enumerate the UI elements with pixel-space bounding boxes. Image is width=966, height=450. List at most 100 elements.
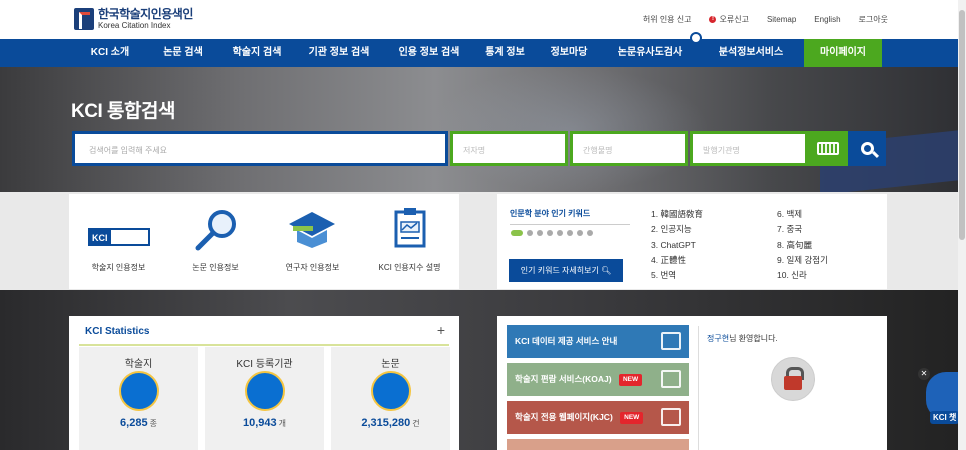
nav-institution-search[interactable]: 기관 정보 검색 bbox=[294, 39, 384, 67]
false-citation-report-link[interactable]: 허위 인용 신고 bbox=[643, 14, 692, 25]
paper-citation-label: 논문 인용정보 bbox=[192, 263, 239, 272]
stat-value: 6,285 종 bbox=[120, 417, 157, 429]
journal-citation-label: 학술지 인용정보 bbox=[91, 263, 146, 272]
nav-kci-intro[interactable]: KCI 소개 bbox=[74, 39, 146, 67]
service-button-label: 학술지 편람 서비스(KOAJ) bbox=[515, 374, 612, 384]
carousel-dot[interactable] bbox=[557, 230, 563, 236]
nav-my-page[interactable]: 마이페이지 bbox=[804, 39, 882, 67]
nav-search-icon[interactable] bbox=[690, 32, 702, 44]
nav-similarity-check[interactable]: 논문유사도검사 bbox=[602, 39, 698, 67]
sitemap-link[interactable]: Sitemap bbox=[767, 15, 796, 24]
paper-citation-service[interactable]: 논문 인용정보 bbox=[168, 194, 263, 289]
hero-search-section: KCI 통합검색 검색어를 입력해 주세요 저자명 간행물명 발행기관명 bbox=[0, 67, 966, 192]
publisher-input[interactable]: 발행기관명 bbox=[690, 131, 808, 166]
stat-card-institutions[interactable]: KCI 등록기관 10,943 개 bbox=[205, 347, 324, 450]
carousel-dot[interactable] bbox=[587, 230, 593, 236]
stat-card-papers[interactable]: 논문 2,315,280 건 bbox=[331, 347, 450, 450]
stat-value: 2,315,280 건 bbox=[361, 417, 420, 429]
statistics-divider bbox=[79, 344, 449, 346]
service-button-label: 학술지 전용 웹페이지(KJC) bbox=[515, 412, 613, 422]
stat-label: 논문 bbox=[381, 359, 400, 370]
nav-paper-search[interactable]: 논문 검색 bbox=[146, 39, 220, 67]
virtual-keyboard-button[interactable] bbox=[808, 131, 848, 166]
stat-label: 학술지 bbox=[124, 359, 153, 370]
new-badge: NEW bbox=[620, 411, 644, 424]
stat-value: 10,943 개 bbox=[242, 417, 287, 429]
carousel-dot[interactable] bbox=[527, 230, 533, 236]
service-button-label: KCI 데이터 제공 서비스 안내 bbox=[515, 336, 618, 346]
researcher-citation-service[interactable]: 연구자 인용정보 bbox=[265, 194, 360, 289]
monitor-icon bbox=[661, 408, 681, 426]
kci-statistics-panel: KCI Statistics + 학술지 6,285 종 KCI 등록기관 10,… bbox=[69, 316, 459, 450]
carousel-dots bbox=[511, 230, 593, 236]
keyword-list-left: 1. 韓國語敎育 2. 인공지능 3. ChatGPT 4. 正體性 5. 번역 bbox=[651, 207, 703, 283]
books-icon bbox=[119, 371, 159, 411]
top-header: 한국학술지인용색인 Korea Citation Index 허위 인용 신고 … bbox=[0, 0, 966, 39]
data-service-guide-button[interactable]: KCI 데이터 제공 서비스 안내 bbox=[507, 325, 689, 358]
keyword-item[interactable]: 6. 백제 bbox=[777, 207, 828, 222]
nav-statistics[interactable]: 통계 정보 bbox=[474, 39, 536, 67]
logout-link[interactable]: 로그아웃 bbox=[859, 14, 888, 25]
scrollbar-thumb[interactable] bbox=[959, 10, 965, 240]
kci-index-guide-service[interactable]: KCI 인용지수 설명 bbox=[362, 194, 457, 289]
plus-icon[interactable]: + bbox=[437, 322, 445, 338]
carousel-dot[interactable] bbox=[537, 230, 543, 236]
error-alert-icon: ! bbox=[709, 16, 717, 23]
kjc-service-button[interactable]: 학술지 전용 웹페이지(KJC) NEW bbox=[507, 401, 689, 434]
kci-card-icon: KCI bbox=[88, 228, 150, 246]
citation-services-panel: KCI 학술지 인용정보 논문 인용정보 연구자 인용정보 KCI 인용지수 설… bbox=[69, 194, 459, 289]
service-links-panel: KCI 데이터 제공 서비스 안내 학술지 편람 서비스(KOAJ) NEW 학… bbox=[497, 316, 887, 450]
nav-citation-search[interactable]: 인용 정보 검색 bbox=[384, 39, 474, 67]
building-icon bbox=[245, 371, 285, 411]
keyword-item[interactable]: 8. 高句麗 bbox=[777, 238, 828, 253]
keyword-item[interactable]: 7. 중국 bbox=[777, 222, 828, 237]
magnifier-icon bbox=[195, 210, 236, 251]
page-scrollbar[interactable] bbox=[958, 0, 966, 450]
search-input[interactable]: 검색어를 입력해 주세요 bbox=[72, 131, 448, 166]
carousel-dot-active[interactable] bbox=[511, 230, 523, 236]
lock-icon[interactable] bbox=[771, 357, 815, 401]
journal-citation-service[interactable]: KCI 학술지 인용정보 bbox=[71, 194, 166, 289]
kci-logo[interactable]: 한국학술지인용색인 Korea Citation Index bbox=[74, 8, 193, 30]
carousel-dot[interactable] bbox=[547, 230, 553, 236]
next-service-button[interactable] bbox=[507, 439, 689, 450]
new-badge: NEW bbox=[618, 373, 643, 386]
stat-card-journals[interactable]: 학술지 6,285 종 bbox=[79, 347, 198, 450]
researcher-citation-label: 연구자 인용정보 bbox=[285, 263, 340, 272]
carousel-dot[interactable] bbox=[577, 230, 583, 236]
search-icon: 🔍︎ bbox=[601, 266, 612, 275]
welcome-box: 정구현님 환영합니다. bbox=[698, 326, 880, 450]
error-report-link[interactable]: ! 오류신고 bbox=[709, 14, 749, 25]
stat-label: KCI 등록기관 bbox=[236, 359, 293, 370]
keyword-item[interactable]: 3. ChatGPT bbox=[651, 238, 703, 253]
search-button[interactable] bbox=[848, 131, 886, 166]
close-icon[interactable]: ✕ bbox=[918, 368, 930, 380]
main-nav: KCI 소개 논문 검색 학술지 검색 기관 정보 검색 인용 정보 검색 통계… bbox=[0, 39, 966, 67]
search-bar: 검색어를 입력해 주세요 저자명 간행물명 발행기관명 bbox=[72, 131, 886, 167]
folder-icon bbox=[661, 332, 681, 350]
koaj-service-button[interactable]: 학술지 편람 서비스(KOAJ) NEW bbox=[507, 363, 689, 396]
keyword-item[interactable]: 5. 번역 bbox=[651, 268, 703, 283]
keyword-item[interactable]: 1. 韓國語敎育 bbox=[651, 207, 703, 222]
graduation-cap-icon bbox=[289, 212, 335, 248]
kci-index-guide-label: KCI 인용지수 설명 bbox=[378, 263, 441, 272]
english-link[interactable]: English bbox=[814, 15, 840, 24]
carousel-dot[interactable] bbox=[567, 230, 573, 236]
keyword-item[interactable]: 10. 신라 bbox=[777, 268, 828, 283]
keywords-detail-label: 인기 키워드 자세히보기 bbox=[520, 266, 599, 275]
keyword-item[interactable]: 4. 正體性 bbox=[651, 253, 703, 268]
logo-english-text: Korea Citation Index bbox=[98, 21, 171, 30]
search-icon bbox=[860, 142, 874, 155]
author-input[interactable]: 저자명 bbox=[450, 131, 568, 166]
nav-info-board[interactable]: 정보마당 bbox=[536, 39, 602, 67]
journal-input[interactable]: 간행물명 bbox=[570, 131, 688, 166]
keyword-item[interactable]: 2. 인공지능 bbox=[651, 222, 703, 237]
nav-journal-search[interactable]: 학술지 검색 bbox=[220, 39, 294, 67]
statistics-title: KCI Statistics bbox=[85, 326, 150, 337]
document-chart-icon bbox=[394, 208, 426, 248]
chatbot-label: KCI 챗 bbox=[930, 411, 960, 424]
nav-analysis-service[interactable]: 분석정보서비스 bbox=[698, 39, 804, 67]
keyword-item[interactable]: 9. 일제 강점기 bbox=[777, 253, 828, 268]
keywords-detail-button[interactable]: 인기 키워드 자세히보기 🔍︎ bbox=[509, 259, 623, 282]
error-report-label: 오류신고 bbox=[719, 15, 749, 24]
